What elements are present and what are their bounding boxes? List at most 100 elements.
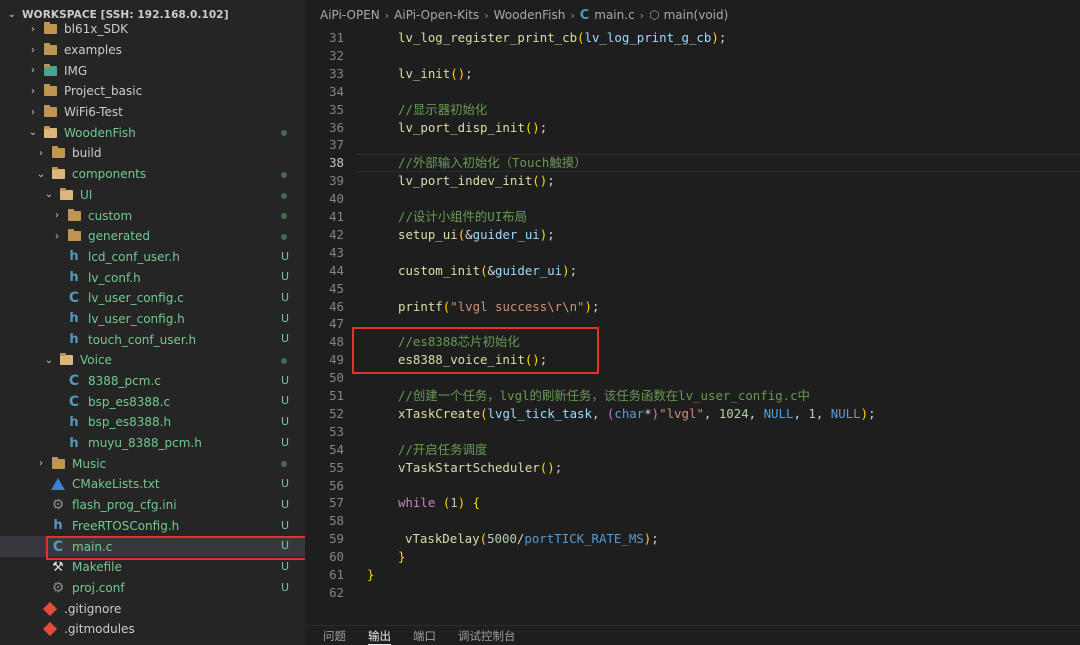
tree-item[interactable]: ›htouch_conf_user.hU (0, 329, 305, 350)
breadcrumb-item[interactable]: WoodenFish (494, 8, 566, 22)
code-line[interactable]: 50 (305, 369, 1080, 387)
code-line[interactable]: 48 //es8388芯片初始化 (305, 333, 1080, 351)
chevron-right-icon[interactable]: › (35, 148, 47, 159)
tree-item[interactable]: ›hmuyu_8388_pcm.hU (0, 433, 305, 454)
code-line[interactable]: 53 (305, 423, 1080, 441)
chevron-right-icon[interactable]: › (27, 45, 39, 56)
tree-item[interactable]: ›.gitignore (0, 598, 305, 619)
tree-item[interactable]: › WiFi6-Test (0, 102, 305, 123)
chevron-right-icon[interactable]: › (35, 458, 47, 469)
code-line[interactable]: 36 lv_port_disp_init(); (305, 119, 1080, 137)
tree-item[interactable]: › Music (0, 453, 305, 474)
tree-item[interactable]: ⌄ Voice (0, 350, 305, 371)
code-line[interactable]: 60} (305, 548, 1080, 566)
chevron-down-icon[interactable]: ⌄ (43, 189, 55, 200)
tree-item[interactable]: ›.gitmodules (0, 619, 305, 640)
tree-item[interactable]: ⌄ components (0, 164, 305, 185)
tree-item[interactable]: ›Cmain.cU (0, 536, 305, 557)
tree-item[interactable]: ›hlv_conf.hU (0, 267, 305, 288)
tree-item[interactable]: ›C8388_pcm.cU (0, 371, 305, 392)
tab-output[interactable]: 输出 (368, 627, 391, 645)
chevron-right-icon: › (570, 8, 575, 22)
code-line[interactable]: 47 (305, 315, 1080, 333)
code-line[interactable]: 49 es8388_voice_init(); (305, 351, 1080, 369)
folder-open-icon (58, 352, 74, 368)
code-line[interactable]: 42 setup_ui(&guider_ui); (305, 226, 1080, 244)
code-line[interactable]: 58 (305, 512, 1080, 530)
chevron-right-icon[interactable]: › (27, 65, 39, 76)
git-status-badge: U (281, 249, 290, 263)
code-line[interactable]: 44 custom_init(&guider_ui); (305, 262, 1080, 280)
code-line[interactable]: 46 printf("lvgl success\r\n"); (305, 298, 1080, 316)
tree-item[interactable]: › bl61x_SDK (0, 19, 305, 40)
code-text: xTaskCreate(lvgl_tick_task, (char*)"lvgl… (398, 405, 876, 421)
code-line[interactable]: 35 //显示器初始化 (305, 101, 1080, 119)
tree-item[interactable]: ›⚒MakefileU (0, 557, 305, 578)
line-number: 40 (329, 191, 344, 207)
git-status-dot (281, 233, 287, 240)
code-line[interactable]: 31 lv_log_register_print_cb(lv_log_print_… (305, 29, 1080, 47)
tree-item[interactable]: ›CMakeLists.txtU (0, 474, 305, 495)
folder-icon (42, 83, 58, 99)
code-line[interactable]: 37 (305, 136, 1080, 154)
git-status-badge: U (281, 497, 290, 511)
tree-item[interactable]: ›Cbsp_es8388.cU (0, 391, 305, 412)
tree-item[interactable]: ›hlv_user_config.hU (0, 309, 305, 330)
chevron-right-icon[interactable]: › (51, 231, 63, 242)
code-line[interactable]: 39 lv_port_indev_init(); (305, 172, 1080, 190)
code-line[interactable]: 38 //外部输入初始化（Touch触摸） (305, 154, 1080, 173)
code-line[interactable]: 56 (305, 477, 1080, 495)
code-line[interactable]: 33 lv_init(); (305, 65, 1080, 83)
tab-problems[interactable]: 问题 (323, 627, 346, 645)
chevron-down-icon[interactable]: ⌄ (35, 169, 47, 180)
chevron-right-icon[interactable]: › (27, 24, 39, 35)
code-line[interactable]: 43 (305, 244, 1080, 262)
tree-item[interactable]: ›hlcd_conf_user.hU (0, 247, 305, 268)
code-line[interactable]: 34 (305, 83, 1080, 101)
tree-item-label: muyu_8388_pcm.h (88, 436, 202, 451)
tree-item[interactable]: › build (0, 143, 305, 164)
git-status-dot (281, 192, 287, 199)
chevron-right-icon[interactable]: › (51, 210, 63, 221)
chevron-down-icon[interactable]: ⌄ (27, 127, 39, 138)
tree-item[interactable]: › examples (0, 40, 305, 61)
tree-item[interactable]: ⌄ WoodenFish (0, 122, 305, 143)
tree-item[interactable]: ⌄ UI (0, 185, 305, 206)
code-line[interactable]: 57 while (1) { (305, 494, 1080, 512)
breadcrumb-symbol[interactable]: main(void) (664, 8, 729, 22)
tree-item[interactable]: ›Clv_user_config.cU (0, 288, 305, 309)
code-line[interactable]: 55 vTaskStartScheduler(); (305, 459, 1080, 477)
tab-ports[interactable]: 端口 (413, 627, 436, 645)
code-line[interactable]: 40 (305, 190, 1080, 208)
chevron-right-icon[interactable]: › (27, 107, 39, 118)
tree-item[interactable]: ›hbsp_es8388.hU (0, 412, 305, 433)
code-line[interactable]: 51 //创建一个任务，lvgl的刷新任务，该任务函数在lv_user_confi… (305, 387, 1080, 405)
breadcrumb-item[interactable]: AiPi-OPEN (320, 8, 380, 22)
tree-item[interactable]: › custom (0, 205, 305, 226)
git-status-badge: U (281, 518, 290, 532)
tree-item[interactable]: › generated (0, 226, 305, 247)
chevron-down-icon[interactable]: ⌄ (43, 355, 55, 366)
tree-item[interactable]: ›⚙proj.confU (0, 578, 305, 599)
header-file-icon: h (69, 270, 79, 286)
code-line[interactable]: 62 (305, 584, 1080, 602)
code-text: //es8388芯片初始化 (398, 334, 520, 350)
code-line[interactable]: 41 //设计小组件的UI布局 (305, 208, 1080, 226)
folder-icon (50, 456, 66, 472)
tree-item[interactable]: ›hFreeRTOSConfig.hU (0, 516, 305, 537)
code-editor[interactable]: 31 lv_log_register_print_cb(lv_log_print_… (305, 28, 1080, 625)
code-line[interactable]: 54 //开启任务调度 (305, 441, 1080, 459)
chevron-right-icon[interactable]: › (27, 86, 39, 97)
code-line[interactable]: 59 vTaskDelay(5000/portTICK_RATE_MS); (305, 530, 1080, 548)
tab-debug-console[interactable]: 调试控制台 (458, 627, 516, 645)
breadcrumb-file[interactable]: main.c (594, 8, 634, 22)
tree-item[interactable]: › Project_basic (0, 81, 305, 102)
breadcrumb-item[interactable]: AiPi-Open-Kits (394, 8, 479, 22)
code-line[interactable]: 32 (305, 47, 1080, 65)
tree-item-label: .gitignore (64, 601, 122, 616)
code-line[interactable]: 61} (305, 566, 1080, 584)
code-line[interactable]: 52 xTaskCreate(lvgl_tick_task, (char*)"lv… (305, 405, 1080, 423)
tree-item[interactable]: › IMG (0, 60, 305, 81)
code-line[interactable]: 45 (305, 280, 1080, 298)
tree-item[interactable]: ›⚙flash_prog_cfg.iniU (0, 495, 305, 516)
